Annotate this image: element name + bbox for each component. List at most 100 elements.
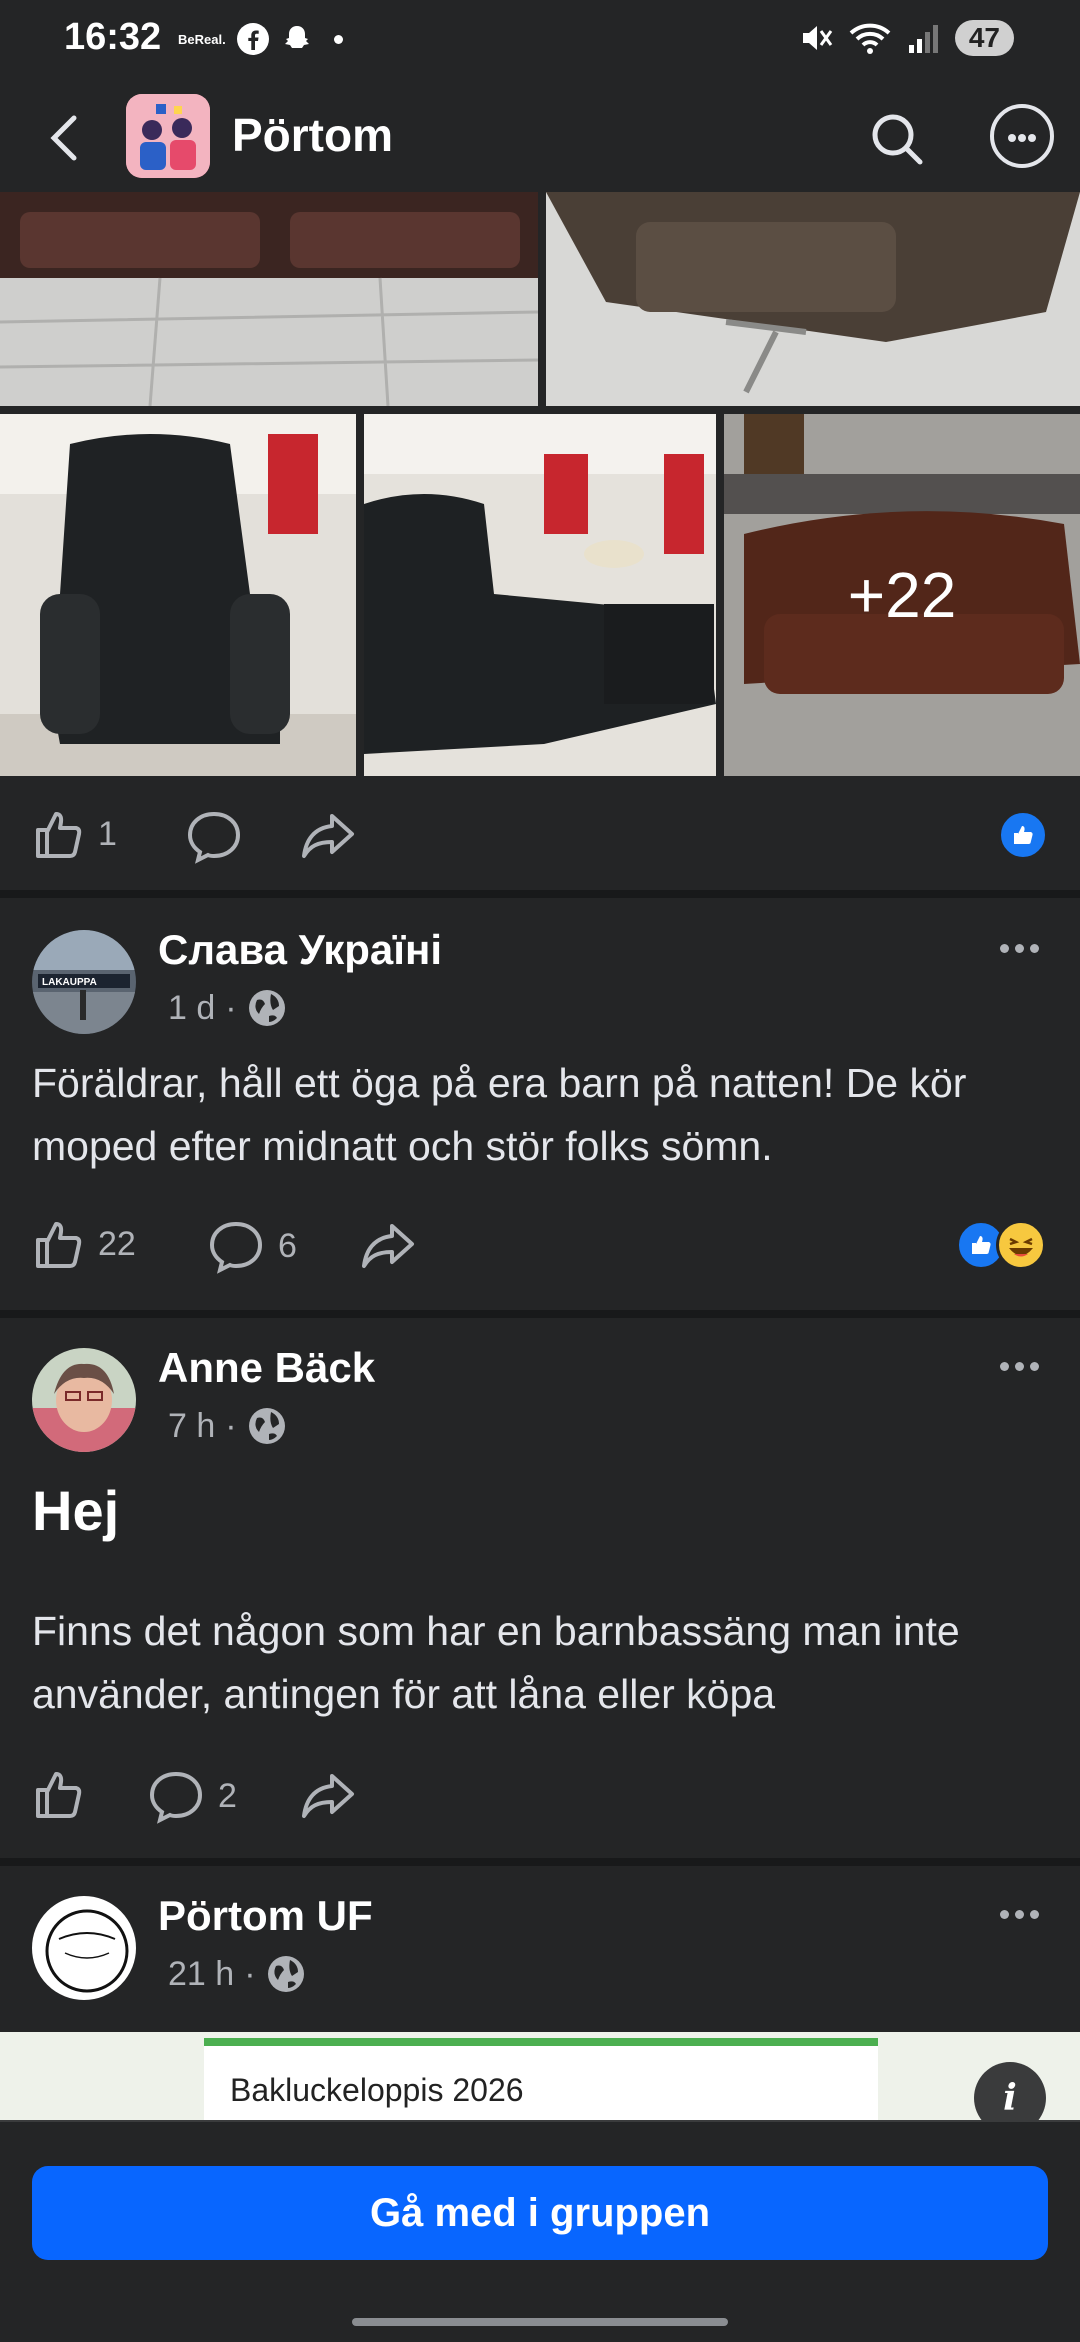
like-count: 1 xyxy=(98,814,117,853)
mute-icon xyxy=(802,26,833,50)
battery-indicator: 47 xyxy=(954,20,1014,56)
comment-button[interactable]: 6 xyxy=(208,1218,297,1274)
dot-icon xyxy=(1015,1910,1024,1919)
join-group-button[interactable]: Gå med i gruppen xyxy=(32,2166,1048,2260)
dot-icon xyxy=(1000,944,1009,953)
search-button[interactable] xyxy=(862,104,932,174)
post-meta: 21 h · xyxy=(168,1954,306,1994)
post-more-button[interactable] xyxy=(1000,1362,1039,1371)
preview-card: Bakluckeloppis 2026 xyxy=(204,2038,878,2120)
post-text: Föräldrar, håll ett öga på era barn på n… xyxy=(32,1060,967,1169)
back-button[interactable] xyxy=(36,108,96,168)
chevron-left-icon xyxy=(50,115,77,161)
comment-icon xyxy=(187,811,241,864)
post-actions: 22 6 xyxy=(0,1196,1080,1316)
post-photo-4[interactable] xyxy=(364,414,716,776)
like-reaction-icon xyxy=(998,810,1048,860)
post-divider xyxy=(0,1858,1080,1866)
like-button[interactable]: 1 xyxy=(32,808,117,860)
post-photo-3[interactable] xyxy=(0,414,356,776)
post-meta: 1 d · xyxy=(168,988,287,1028)
more-photos-count: +22 xyxy=(724,414,1080,776)
dot-icon xyxy=(1030,1362,1039,1371)
more-dot-icon xyxy=(1018,134,1026,142)
svg-text:LAKAUPPA: LAKAUPPA xyxy=(42,977,97,988)
globe-icon xyxy=(248,1408,285,1444)
share-button[interactable] xyxy=(300,808,356,864)
like-button[interactable]: 22 xyxy=(32,1218,136,1270)
like-button[interactable] xyxy=(32,1768,84,1820)
meta-separator: · xyxy=(244,1954,256,1993)
like-count: 22 xyxy=(98,1224,136,1263)
more-dot-icon xyxy=(1008,134,1016,142)
post-text: Finns det någon som har en barnbassäng m… xyxy=(32,1608,960,1717)
post-divider xyxy=(0,890,1080,898)
dot-icon xyxy=(1015,944,1024,953)
comment-button[interactable]: 2 xyxy=(148,1768,237,1824)
globe-icon xyxy=(248,990,285,1026)
avatar[interactable] xyxy=(32,1348,136,1452)
post-meta: 7 h · xyxy=(168,1406,287,1446)
share-button[interactable] xyxy=(360,1218,416,1274)
post-author[interactable]: Слава Україні xyxy=(158,926,442,974)
globe-icon xyxy=(267,1956,304,1992)
post-actions: 1 xyxy=(0,776,1080,896)
post-photo-5[interactable]: +22 xyxy=(724,414,1080,776)
dot-icon xyxy=(1000,1362,1009,1371)
post-time: 21 h xyxy=(168,1954,235,1993)
share-icon xyxy=(302,1774,354,1818)
share-button[interactable] xyxy=(300,1768,356,1824)
avatar[interactable]: LAKAUPPA xyxy=(32,930,136,1034)
status-time: 16:32 xyxy=(64,16,162,58)
dot-icon xyxy=(333,34,343,44)
dot-icon xyxy=(1015,1362,1024,1371)
group-illustration-icon xyxy=(126,94,210,178)
app-header: Pörtom xyxy=(0,84,1080,192)
thumbs-up-icon xyxy=(36,1222,82,1268)
group-avatar[interactable] xyxy=(126,94,210,178)
post-preview-image[interactable]: Bakluckeloppis 2026 i xyxy=(0,2032,1080,2120)
post-time: 7 h xyxy=(168,1406,216,1445)
comment-icon xyxy=(209,1221,263,1274)
signal-icon xyxy=(908,25,938,53)
meta-separator: · xyxy=(225,1406,237,1445)
comment-count: 2 xyxy=(218,1776,237,1815)
facebook-icon xyxy=(236,23,269,55)
home-indicator[interactable] xyxy=(352,2318,728,2326)
share-icon xyxy=(302,814,354,858)
status-bar: 16:32 BeReal. 47 xyxy=(0,0,1080,84)
post-more-button[interactable] xyxy=(1000,1910,1039,1919)
reaction-summary[interactable] xyxy=(998,810,1048,860)
more-options-button[interactable] xyxy=(990,104,1054,168)
thumbs-up-icon xyxy=(36,812,82,858)
comment-icon xyxy=(149,1771,203,1824)
post-photo-2[interactable] xyxy=(546,192,1080,406)
dot-icon xyxy=(1000,1910,1009,1919)
post-author[interactable]: Anne Bäck xyxy=(158,1344,375,1392)
preview-text: Bakluckeloppis 2026 xyxy=(230,2072,524,2108)
post-time: 1 d xyxy=(168,988,216,1027)
dot-icon xyxy=(1030,944,1039,953)
share-icon xyxy=(362,1224,414,1268)
post-divider xyxy=(0,1310,1080,1318)
wifi-icon xyxy=(849,23,891,54)
thumbs-up-icon xyxy=(36,1772,82,1818)
info-icon[interactable]: i xyxy=(974,2062,1046,2120)
post-photo-1[interactable] xyxy=(0,192,538,406)
post-more-button[interactable] xyxy=(1000,944,1039,953)
more-dot-icon xyxy=(1028,134,1036,142)
comment-count: 6 xyxy=(278,1226,297,1265)
search-icon xyxy=(872,114,923,165)
notification-icons: BeReal. xyxy=(178,22,343,56)
join-bar: Gå med i gruppen xyxy=(0,2120,1080,2342)
dot-icon xyxy=(1030,1910,1039,1919)
haha-reaction-icon xyxy=(996,1220,1046,1270)
system-icons: 47 xyxy=(797,20,1014,56)
bereal-icon: BeReal. xyxy=(178,31,226,47)
reaction-summary[interactable] xyxy=(956,1220,1046,1270)
post-heading: Hej xyxy=(32,1479,120,1542)
comment-button[interactable] xyxy=(186,808,242,864)
post-author[interactable]: Pörtom UF xyxy=(158,1892,373,1940)
avatar[interactable] xyxy=(32,1896,136,2000)
post-actions: 2 xyxy=(0,1742,1080,1862)
